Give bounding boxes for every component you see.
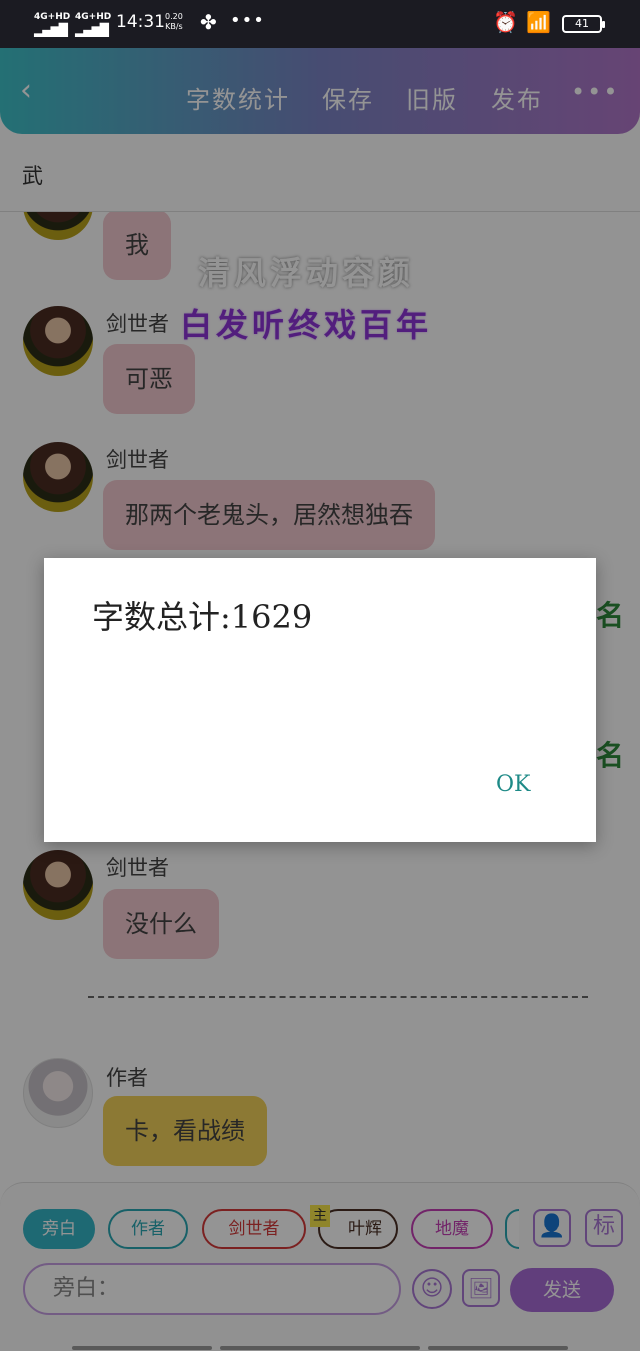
fan-icon: ✤ bbox=[200, 10, 217, 34]
ok-button[interactable]: OK bbox=[496, 772, 530, 797]
word-count-dialog: 字数总计:1629 OK bbox=[44, 558, 596, 842]
wifi-icon: 📶 bbox=[526, 10, 551, 34]
signal-label: 4G+HD bbox=[34, 12, 71, 22]
network-speed: 0.20 KB/s bbox=[165, 12, 183, 32]
speed-value: 0.20 bbox=[165, 12, 183, 21]
notification-more: ••• bbox=[230, 10, 265, 31]
dialog-message: 字数总计:1629 bbox=[92, 598, 313, 636]
status-bar: 4G+HD ▂▄▆█ 4G+HD ▂▄▆█ 14:31 0.20 KB/s ✤ •••… bbox=[0, 0, 640, 48]
clock: 14:31 bbox=[116, 12, 165, 32]
battery-icon: 41 bbox=[562, 15, 605, 33]
signal-icon: 4G+HD ▂▄▆█ bbox=[34, 12, 71, 37]
alarm-icon: ⏰ bbox=[493, 10, 518, 34]
signal-label: 4G+HD bbox=[75, 12, 112, 22]
signal-icon: 4G+HD ▂▄▆█ bbox=[75, 12, 112, 37]
speed-unit: KB/s bbox=[165, 22, 183, 31]
